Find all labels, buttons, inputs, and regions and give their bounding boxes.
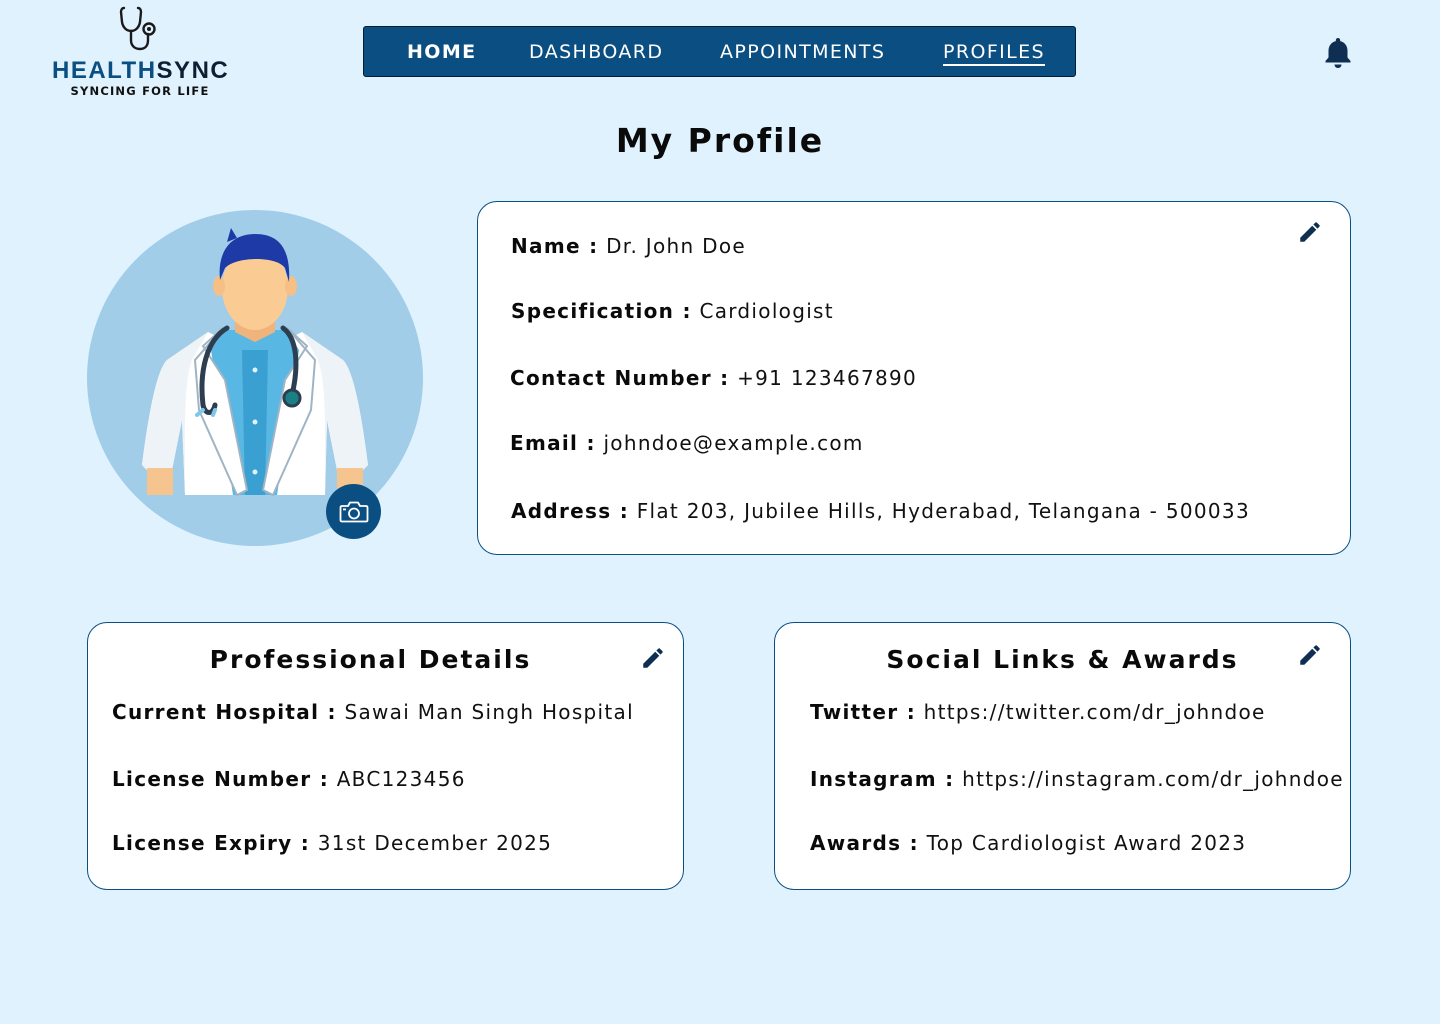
instagram-row: Instagram : https://instagram.com/dr_joh… <box>810 766 1344 792</box>
address-value: Flat 203, Jubilee Hills, Hyderabad, Tela… <box>636 499 1250 523</box>
page-title: My Profile <box>615 121 825 160</box>
name-value: Dr. John Doe <box>606 234 746 258</box>
contact-label: Contact Number : <box>510 366 730 390</box>
brand-logo[interactable]: HEALTHSYNC SYNCING FOR LIFE <box>52 6 228 98</box>
hospital-value: Sawai Man Singh Hospital <box>344 700 634 724</box>
professional-details-title: Professional Details <box>209 645 532 674</box>
main-nav: HOME DASHBOARD APPOINTMENTS PROFILES <box>363 26 1076 77</box>
upload-photo-button[interactable] <box>326 484 381 539</box>
name-row: Name : Dr. John Doe <box>511 233 746 259</box>
specification-label: Specification : <box>511 299 692 323</box>
social-links-card: Social Links & Awards Twitter : https://… <box>774 622 1351 890</box>
camera-icon <box>339 501 368 522</box>
expiry-value: 31st December 2025 <box>317 831 553 855</box>
twitter-row: Twitter : https://twitter.com/dr_johndoe <box>810 699 1266 725</box>
brand-name: HEALTHSYNC <box>52 57 230 84</box>
bell-icon[interactable] <box>1323 36 1353 70</box>
brand-tagline: SYNCING FOR LIFE <box>70 84 210 98</box>
stethoscope-icon <box>119 6 156 51</box>
hospital-label: Current Hospital : <box>112 700 337 724</box>
expiry-label: License Expiry : <box>112 831 311 855</box>
pencil-icon[interactable] <box>1297 219 1323 245</box>
address-row: Address : Flat 203, Jubilee Hills, Hyder… <box>511 498 1250 524</box>
license-label: License Number : <box>112 767 330 791</box>
license-value: ABC123456 <box>336 767 466 791</box>
email-row: Email : johndoe@example.com <box>510 430 864 456</box>
specification-row: Specification : Cardiologist <box>511 298 834 324</box>
social-links-title: Social Links & Awards <box>886 645 1239 674</box>
contact-row: Contact Number : +91 123467890 <box>510 365 917 391</box>
twitter-link[interactable]: https://twitter.com/dr_johndoe <box>924 700 1266 724</box>
name-label: Name : <box>511 234 599 258</box>
address-label: Address : <box>511 499 630 523</box>
awards-row: Awards : Top Cardiologist Award 2023 <box>810 830 1246 856</box>
expiry-row: License Expiry : 31st December 2025 <box>112 830 552 856</box>
nav-profiles[interactable]: PROFILES <box>943 40 1045 66</box>
pencil-icon[interactable] <box>1297 642 1323 668</box>
twitter-label: Twitter : <box>810 700 916 724</box>
contact-value: +91 123467890 <box>737 366 918 390</box>
awards-value: Top Cardiologist Award 2023 <box>926 831 1247 855</box>
instagram-link[interactable]: https://instagram.com/dr_johndoe <box>962 767 1344 791</box>
email-value: johndoe@example.com <box>603 431 864 455</box>
personal-info-card: Name : Dr. John Doe Specification : Card… <box>477 201 1351 555</box>
email-label: Email : <box>510 431 596 455</box>
nav-home[interactable]: HOME <box>407 40 477 64</box>
professional-details-card: Professional Details Current Hospital : … <box>87 622 684 890</box>
hospital-row: Current Hospital : Sawai Man Singh Hospi… <box>112 699 634 725</box>
license-row: License Number : ABC123456 <box>112 766 466 792</box>
nav-dashboard[interactable]: DASHBOARD <box>529 40 663 64</box>
awards-label: Awards : <box>810 831 919 855</box>
nav-appointments[interactable]: APPOINTMENTS <box>720 40 885 64</box>
pencil-icon[interactable] <box>640 645 666 671</box>
specification-value: Cardiologist <box>699 299 834 323</box>
instagram-label: Instagram : <box>810 767 955 791</box>
